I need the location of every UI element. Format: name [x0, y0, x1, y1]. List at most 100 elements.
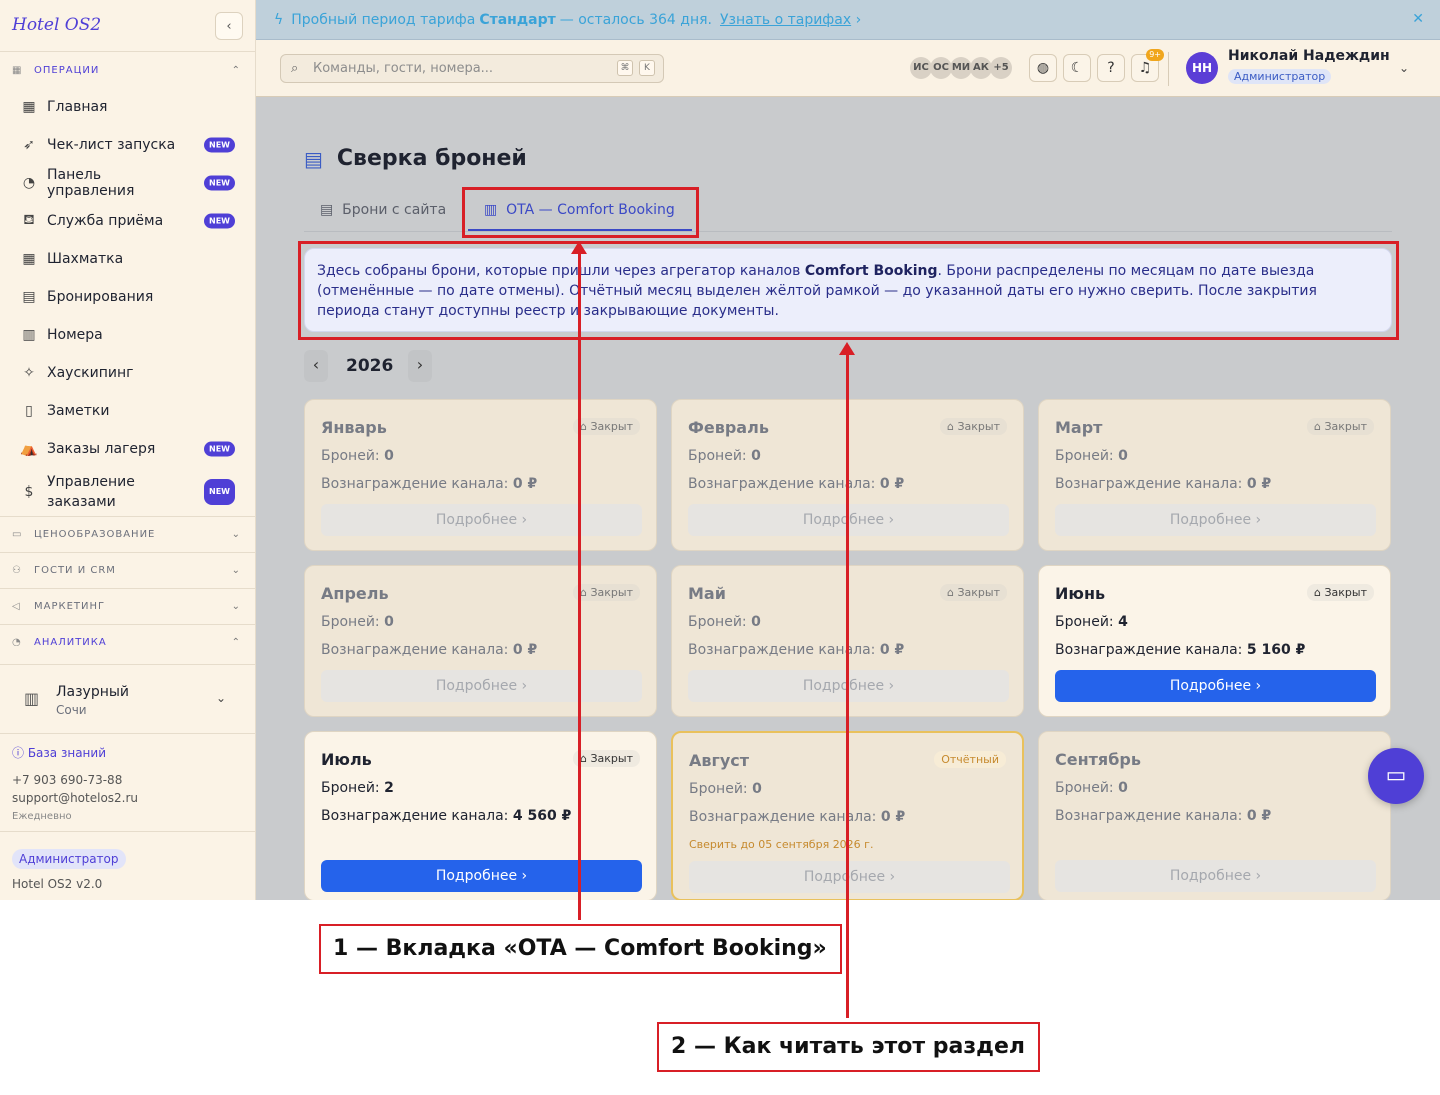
sidebar-item[interactable]: $ Управление заказами NEW	[0, 468, 255, 516]
rocket-icon: ➶	[23, 137, 35, 153]
user-avatar-small[interactable]: +5	[990, 57, 1012, 79]
sidebar-item-label: Шахматка	[47, 251, 124, 267]
sidebar-section-label: АНАЛИТИКА	[34, 637, 107, 646]
commission-label: Вознаграждение канала:	[1055, 476, 1243, 492]
year-label: 2026	[346, 356, 394, 376]
details-button[interactable]: Подробнее ›	[1055, 670, 1376, 702]
support-schedule: Ежедневно	[12, 811, 72, 822]
sidebar-item[interactable]: ⛺ Заказы лагеря NEW	[0, 430, 255, 468]
sidebar-item[interactable]: ▦ Шахматка	[0, 240, 255, 278]
collapse-sidebar-button[interactable]: ‹	[215, 12, 243, 40]
bookings-value: 0	[751, 448, 761, 464]
support-phone[interactable]: +7 903 690-73-88	[12, 773, 138, 787]
chat-button[interactable]: ▭	[1368, 748, 1424, 804]
user-avatar-small[interactable]: МИ	[950, 57, 972, 79]
sidebar-section[interactable]: ◔ АНАЛИТИКА ⌃	[0, 624, 255, 646]
month-card: Январь ⌂ Закрыт Броней: 0 Вознаграждение ка…	[304, 399, 657, 551]
details-label: Подробнее	[435, 868, 518, 884]
chevron-down-icon: ⌄	[231, 565, 241, 576]
sidebar-item[interactable]: ▯ Заметки	[0, 392, 255, 430]
chevron-down-icon: ⌄	[216, 691, 227, 705]
building-icon: ▥	[22, 327, 36, 343]
details-label: Подробнее	[435, 678, 518, 694]
close-banner-button[interactable]: ✕	[1412, 11, 1424, 27]
lock-icon: ⌂	[1314, 586, 1325, 599]
sidebar-item[interactable]: ▤ Бронирования	[0, 278, 255, 316]
section-operations[interactable]: ▦ ОПЕРАЦИИ ⌃	[0, 52, 255, 88]
sidebar-section[interactable]: ▭ ЦЕНООБРАЗОВАНИЕ ⌄	[0, 516, 255, 552]
commission-value: 0 ₽	[1246, 476, 1272, 492]
user-name[interactable]: Николай Надеждин	[1228, 48, 1390, 64]
trial-banner: ϟ Пробный период тарифа Стандарт — остал…	[256, 0, 1440, 40]
sidebar-item[interactable]: ◔ Панель управления NEW	[0, 164, 255, 202]
chevron-down-icon[interactable]: ⌄	[1399, 61, 1409, 75]
help-button[interactable]: ?	[1097, 54, 1125, 82]
details-label: Подробнее	[1169, 868, 1252, 884]
period-status: ⌂ Закрыт	[1307, 418, 1374, 435]
hotel-city: Сочи	[56, 703, 87, 717]
period-status: ⌂ Закрыт	[573, 418, 640, 435]
bookings-label: Броней:	[321, 614, 380, 630]
sidebar-item[interactable]: ▦ Главная	[0, 88, 255, 126]
hotel-name: Лазурный	[56, 684, 130, 700]
hotel-selector[interactable]: ▥ Лазурный Сочи ⌄	[0, 664, 255, 734]
chevron-right-icon: ›	[1251, 678, 1262, 694]
user-avatar-small[interactable]: ОС	[930, 57, 952, 79]
commission-label: Вознаграждение канала:	[1055, 808, 1243, 824]
channel-commission: Вознаграждение канала: 0 ₽	[1055, 476, 1271, 492]
app-version: Hotel OS2 v2.0	[12, 877, 103, 891]
sidebar-item[interactable]: ⛾ Служба приёма NEW	[0, 202, 255, 240]
dashboard-icon: ▦	[22, 99, 36, 115]
chevron-right-icon: ›	[884, 512, 895, 528]
user-avatar-small[interactable]: АК	[970, 57, 992, 79]
command-search-input[interactable]: ⌕ Команды, гости, номера... ⌘ K	[280, 54, 664, 83]
bookings-count: Броней: 0	[1055, 448, 1128, 464]
period-status: ⌂ Закрыт	[940, 584, 1007, 601]
user-avatar[interactable]: НН	[1186, 52, 1218, 84]
period-status-label: Закрыт	[590, 420, 633, 433]
chevron-right-icon: ›	[851, 11, 862, 28]
period-status: ⌂ Закрыт	[573, 584, 640, 601]
online-users[interactable]: ИС ОС МИ АК +5	[910, 57, 1020, 79]
next-year-button[interactable]: ›	[408, 350, 432, 382]
details-button[interactable]: Подробнее ›	[321, 504, 642, 536]
details-button[interactable]: Подробнее ›	[1055, 504, 1376, 536]
channel-commission: Вознаграждение канала: 0 ₽	[321, 642, 537, 658]
dark-mode-button[interactable]: ☾	[1063, 54, 1091, 82]
period-status-label: Закрыт	[590, 586, 633, 599]
details-button[interactable]: Подробнее ›	[321, 670, 642, 702]
sidebar-item-label: Служба приёма	[47, 213, 164, 229]
details-button[interactable]: Подробнее ›	[689, 861, 1010, 893]
details-label: Подробнее	[1169, 678, 1252, 694]
bookings-label: Броней:	[1055, 448, 1114, 464]
bookings-label: Броней:	[1055, 614, 1114, 630]
clipboard-icon: ▤	[22, 289, 36, 305]
sidebar-item[interactable]: ▥ Номера	[0, 316, 255, 354]
sidebar-section[interactable]: ◁ МАРКЕТИНГ ⌄	[0, 588, 255, 624]
sidebar-item[interactable]: ✧ Хаускипинг	[0, 354, 255, 392]
arrow-2-line	[846, 353, 849, 1018]
pricing-link[interactable]: Узнать о тарифах	[720, 12, 851, 28]
bookings-count: Броней: 2	[321, 780, 394, 796]
bookings-value: 2	[384, 780, 394, 796]
details-button[interactable]: Подробнее ›	[1055, 860, 1376, 892]
support-email[interactable]: support@hotelos2.ru	[12, 791, 138, 805]
page-title: ▤ Сверка броней	[304, 146, 527, 171]
page-title-text: Сверка броней	[336, 146, 527, 171]
sidebar-section[interactable]: ⚇ ГОСТИ И CRM ⌄	[0, 552, 255, 588]
note-icon: ▯	[25, 403, 33, 419]
tab-site-bookings[interactable]: ▤ Брони с сайта	[320, 202, 446, 218]
lock-icon: ⌂	[1314, 420, 1325, 433]
grid-icon: ▦	[22, 251, 36, 267]
sidebar-item[interactable]: ➶ Чек-лист запуска NEW	[0, 126, 255, 164]
theme-palette-button[interactable]: ◍	[1029, 54, 1057, 82]
user-avatar-small[interactable]: ИС	[910, 57, 932, 79]
knowledge-base-link[interactable]: ⓘ База знаний	[12, 744, 138, 761]
details-button[interactable]: Подробнее ›	[321, 860, 642, 892]
notifications-button[interactable]: ♫ 9+	[1131, 49, 1164, 82]
section-operations-label: ОПЕРАЦИИ	[34, 64, 100, 76]
notification-count: 9+	[1146, 49, 1164, 61]
prev-year-button[interactable]: ‹	[304, 350, 328, 382]
month-card: Март ⌂ Закрыт Броней: 0 Вознаграждение кана…	[1038, 399, 1391, 551]
new-badge: NEW	[204, 479, 235, 505]
